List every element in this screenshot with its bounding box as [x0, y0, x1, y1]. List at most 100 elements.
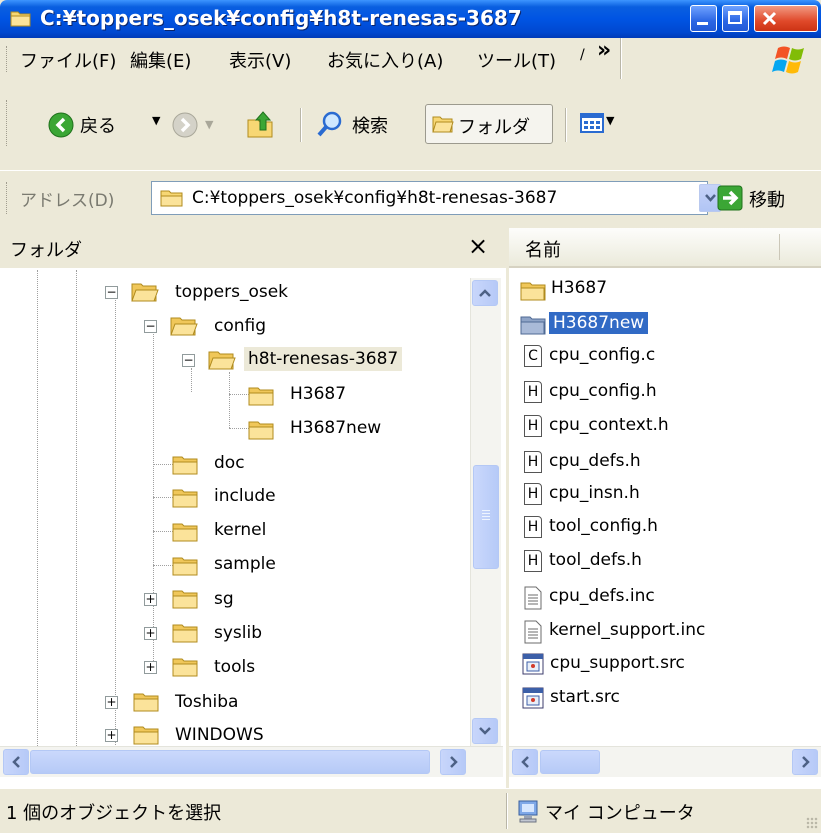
menu-favorites[interactable]: お気に入り(A): [327, 47, 443, 73]
minimize-button[interactable]: [690, 5, 717, 32]
search-label: 検索: [352, 116, 388, 137]
window-title: C:¥toppers_osek¥config¥h8t-renesas-3687: [40, 6, 522, 30]
tree-label: sg: [214, 589, 234, 609]
scroll-thumb[interactable]: [473, 465, 499, 569]
folder-icon: [172, 456, 198, 475]
scroll-left-button[interactable]: [3, 749, 29, 775]
file-name: cpu_config.h: [549, 381, 657, 401]
folder-icon: [133, 726, 159, 745]
go-button[interactable]: 移動: [717, 183, 817, 215]
tree-line: [153, 464, 173, 465]
back-label: 戻る: [80, 116, 116, 137]
resize-grip-icon[interactable]: [806, 817, 818, 829]
scroll-left-button[interactable]: [512, 749, 538, 775]
address-input[interactable]: C:¥toppers_osek¥config¥h8t-renesas-3687: [151, 181, 708, 215]
folder-pane-title: フォルダ: [10, 240, 82, 261]
expand-icon[interactable]: +: [144, 627, 157, 640]
up-folder-icon[interactable]: [245, 110, 277, 140]
tree-line: [37, 270, 38, 746]
folder-icon: [160, 190, 183, 207]
tree-line: [76, 270, 77, 746]
tree-label: doc: [214, 453, 245, 473]
scroll-up-button[interactable]: [472, 280, 498, 306]
tree-label: tools: [214, 657, 256, 677]
address-label: アドレス(D): [20, 191, 115, 211]
status-bar: 1 個のオブジェクトを選択 マイ コンピュータ: [0, 788, 821, 833]
tree-line: [229, 372, 230, 428]
column-divider[interactable]: [779, 234, 780, 260]
scroll-down-button[interactable]: [472, 718, 498, 744]
forward-button[interactable]: [172, 112, 198, 138]
toolbar-separator: [565, 108, 567, 142]
menu-separator: [620, 38, 622, 79]
menu-grip[interactable]: [6, 46, 10, 72]
tree-label: syslib: [214, 623, 263, 643]
back-dropdown-icon[interactable]: ▼: [152, 114, 160, 127]
chevron-up-icon: [479, 289, 491, 297]
folder-open-icon: [170, 317, 198, 336]
folder-icon: [172, 658, 198, 677]
expand-icon[interactable]: +: [144, 661, 157, 674]
toolbar-grip[interactable]: [6, 100, 10, 146]
folder-icon: [10, 11, 31, 27]
expand-icon[interactable]: +: [105, 696, 118, 709]
chevron-right-icon: [450, 756, 458, 768]
status-divider: [506, 793, 508, 829]
tree-line: [153, 334, 154, 667]
forward-dropdown-icon[interactable]: ▼: [205, 118, 213, 131]
close-icon: [762, 11, 777, 26]
search-icon: [317, 111, 342, 137]
folder-icon: [248, 421, 274, 440]
close-folder-pane-button[interactable]: ×: [468, 232, 488, 260]
tree-line: [115, 300, 116, 745]
c-file-icon: C: [524, 345, 542, 367]
tree-label: WINDOWS: [175, 725, 264, 745]
expand-icon[interactable]: +: [144, 593, 157, 606]
views-dropdown-icon[interactable]: ▼: [606, 114, 614, 127]
menu-tools[interactable]: ツール(T): [477, 47, 556, 73]
tree-line: [229, 428, 249, 429]
folders-button[interactable]: フォルダ: [425, 104, 553, 144]
scroll-thumb[interactable]: [30, 750, 430, 774]
tree-line: [229, 394, 249, 395]
collapse-icon[interactable]: −: [144, 320, 157, 333]
h-file-icon: H: [524, 415, 542, 437]
status-location-text: マイ コンピュータ: [545, 803, 695, 824]
tree-label: config: [214, 316, 267, 336]
search-button[interactable]: 検索: [316, 106, 416, 142]
src-file-icon: [522, 687, 544, 709]
folder-icon: [172, 489, 198, 508]
go-label: 移動: [749, 190, 785, 211]
h-file-icon: H: [524, 550, 542, 572]
expand-icon[interactable]: +: [105, 729, 118, 742]
title-bar[interactable]: C:¥toppers_osek¥config¥h8t-renesas-3687: [0, 0, 821, 38]
tree-line: [153, 497, 173, 498]
views-icon: [580, 113, 604, 133]
address-grip[interactable]: [6, 182, 10, 214]
menu-help-partial-icon[interactable]: /: [580, 47, 585, 63]
file-name: H3687: [551, 278, 608, 298]
tree-line: [153, 565, 173, 566]
file-name: start.src: [550, 687, 620, 707]
scroll-thumb[interactable]: [540, 750, 600, 774]
h-file-icon: H: [524, 516, 542, 538]
scroll-right-button[interactable]: [792, 749, 818, 775]
menu-edit[interactable]: 編集(E): [130, 47, 191, 73]
minimize-icon: [697, 22, 708, 25]
close-button[interactable]: [754, 5, 818, 32]
file-name: H3687new: [547, 311, 650, 335]
collapse-icon[interactable]: −: [105, 286, 118, 299]
menu-file[interactable]: ファイル(F): [20, 47, 116, 73]
file-name: cpu_support.src: [550, 653, 685, 673]
chevron-down-icon: [479, 727, 491, 735]
name-column-header[interactable]: 名前: [509, 228, 821, 268]
scroll-right-button[interactable]: [440, 749, 466, 775]
folder-icon: [172, 523, 198, 542]
menu-view[interactable]: 表示(V): [229, 47, 291, 73]
menu-overflow-icon[interactable]: »: [597, 38, 611, 63]
folder-icon: [520, 282, 546, 301]
collapse-icon[interactable]: −: [182, 354, 195, 367]
maximize-button[interactable]: [722, 5, 749, 32]
maximize-icon: [728, 11, 742, 24]
folder-open-icon: [131, 283, 159, 302]
